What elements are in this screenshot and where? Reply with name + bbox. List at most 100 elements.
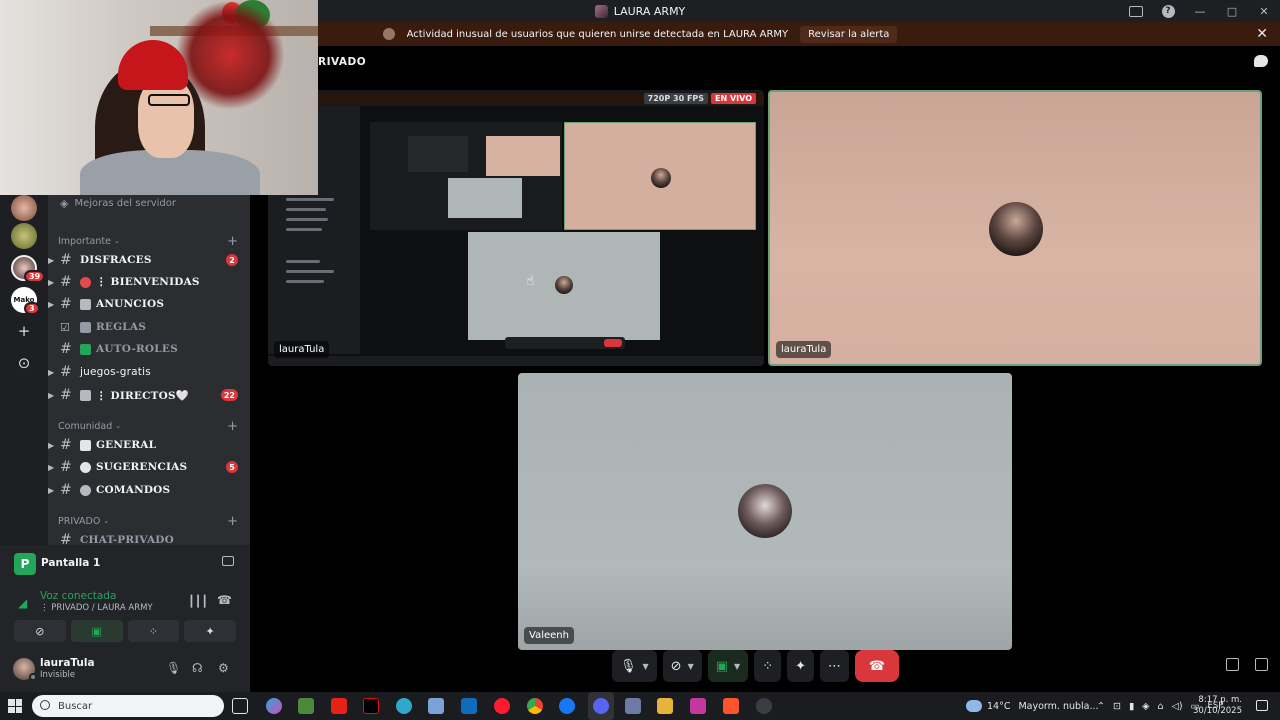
tray-icon[interactable]: ⊡	[1113, 701, 1121, 712]
shield-icon	[382, 28, 395, 40]
youtube-icon[interactable]	[331, 698, 347, 714]
microphone-button[interactable]: 🎙 ▼	[612, 650, 657, 682]
hang-up-button[interactable]: ☎	[855, 650, 899, 682]
windows-start-icon[interactable]	[8, 699, 22, 713]
inbox-button[interactable]	[1120, 0, 1152, 22]
server-badge: 39	[24, 270, 46, 283]
channel-list: ◈ Mejoras del servidor Importante ⌄ + ▶ …	[48, 195, 250, 545]
outlook-icon[interactable]	[461, 698, 477, 714]
chevron-right-icon: ▶	[48, 299, 55, 309]
chat-icon[interactable]	[1254, 55, 1268, 67]
voice-channel[interactable]: ⋮ PRIVADO / LAURA ARMY	[40, 603, 153, 613]
file-explorer-icon[interactable]	[657, 698, 673, 714]
hash-icon: #	[60, 532, 72, 545]
channel-item-bienvenidas[interactable]: ▶ # ⋮ BIENVENIDAS	[48, 271, 250, 293]
category-comunidad[interactable]: Comunidad ⌄ +	[58, 418, 250, 434]
tray-icon[interactable]: ▮	[1129, 701, 1134, 712]
chevron-right-icon: ▶	[48, 277, 55, 287]
netflix-icon[interactable]	[363, 698, 379, 714]
channel-item-anuncios[interactable]: ▶ # ANUNCIOS	[48, 293, 250, 315]
gear-icon[interactable]: ⚙	[218, 661, 229, 675]
clock[interactable]: 8:17 p. m. 30/10/2025	[1193, 695, 1242, 717]
disconnect-icon[interactable]: ☎	[217, 593, 232, 607]
minimize-button[interactable]: —	[1184, 0, 1216, 22]
activities-button[interactable]: ⁘	[127, 620, 180, 642]
facebook-icon[interactable]	[559, 698, 575, 714]
server-boost-item[interactable]: ◈ Mejoras del servidor	[48, 195, 250, 214]
app-icon[interactable]	[690, 698, 706, 714]
volume-icon[interactable]: ◁)	[1172, 701, 1183, 712]
noise-suppression-icon[interactable]: ┃┃┃	[188, 595, 208, 608]
add-channel-icon[interactable]: +	[227, 514, 238, 529]
channel-name: juegos-gratis	[80, 366, 151, 378]
channel-item-sugerencias[interactable]: ▶ # SUGERENCIAS 5	[48, 456, 250, 478]
speech-icon	[80, 461, 91, 473]
category-importante[interactable]: Importante ⌄ +	[58, 233, 250, 249]
search-placeholder: Buscar	[58, 700, 93, 712]
discord-icon[interactable]	[593, 698, 609, 714]
channel-item-juegos-gratis[interactable]: ▶ # juegos-gratis	[48, 361, 250, 383]
stream-tile[interactable]: ☝ 720P 30 FPS EN VIVO lauraTula	[268, 90, 764, 366]
alert-close-button[interactable]: ✕	[1256, 26, 1268, 42]
app-icon[interactable]	[625, 698, 641, 714]
chevron-right-icon: ▶	[48, 440, 55, 450]
help-button[interactable]: ?	[1152, 0, 1184, 22]
camera-button[interactable]: ⊘ ▼	[662, 650, 702, 682]
stop-stream-button[interactable]	[222, 556, 234, 566]
notifications-icon[interactable]	[1256, 700, 1268, 711]
taskbar-search[interactable]: Buscar	[32, 695, 224, 717]
channel-item-general[interactable]: ▶ # GENERAL	[48, 434, 250, 456]
channel-name: COMANDOS	[96, 484, 171, 496]
close-button[interactable]: ✕	[1248, 0, 1280, 22]
add-server-icon[interactable]: +	[13, 320, 35, 342]
channel-item-auto-roles[interactable]: # AUTO-ROLES	[48, 338, 250, 360]
hash-icon: #	[60, 274, 72, 290]
headphones-icon[interactable]: ☊	[192, 661, 203, 675]
channel-item-directos[interactable]: ▶ # ⋮ DIRECTOS🤍 22	[48, 384, 250, 406]
voice-status[interactable]: Voz conectada	[40, 590, 116, 602]
discover-icon[interactable]: ⊙	[13, 352, 35, 374]
microphone-icon[interactable]: 🎙	[166, 661, 181, 675]
channel-item-disfraces[interactable]: ▶ # DISFRACES 2	[48, 249, 250, 271]
popout-icon[interactable]	[1226, 658, 1239, 671]
add-channel-icon[interactable]: +	[227, 419, 238, 434]
voice-action-buttons: ⊘ ▣ ⁘ ✦	[14, 620, 236, 642]
network-icon[interactable]: ⌂	[1157, 701, 1163, 712]
edge-icon[interactable]	[396, 698, 412, 714]
chevron-right-icon: ▶	[48, 255, 55, 265]
more-options-button[interactable]: ⋯	[820, 650, 849, 682]
opera-icon[interactable]	[494, 698, 510, 714]
store-icon[interactable]	[298, 698, 314, 714]
user-tile[interactable]: Valeenh	[518, 373, 1012, 650]
fullscreen-icon[interactable]	[1255, 658, 1268, 671]
channel-item-chat-privado[interactable]: # CHAT-PRIVADO	[48, 529, 250, 545]
server-icon[interactable]	[11, 195, 37, 221]
review-alert-button[interactable]: Revisar la alerta	[800, 25, 898, 43]
app-icon[interactable]	[428, 698, 444, 714]
user-tile[interactable]: lauraTula	[768, 90, 1262, 366]
category-privado[interactable]: PRIVADO ⌄ +	[58, 513, 250, 529]
screen-share-button[interactable]: ▣	[70, 620, 123, 642]
user-name[interactable]: lauraTula	[40, 657, 95, 669]
copilot-icon[interactable]	[266, 698, 282, 714]
rules-icon: ☑	[60, 320, 70, 334]
tray-icon[interactable]: ◈	[1142, 701, 1149, 712]
channel-name: ⋮ BIENVENIDAS	[96, 276, 200, 288]
channel-item-comandos[interactable]: ▶ # COMANDOS	[48, 479, 250, 501]
task-view-icon[interactable]	[232, 698, 248, 714]
screen-share-button[interactable]: ▣ ▼	[707, 650, 749, 682]
camera-off-button[interactable]: ⊘	[14, 620, 66, 642]
activities-button[interactable]: ⁘	[754, 650, 782, 682]
add-channel-icon[interactable]: +	[227, 234, 238, 249]
server-icon[interactable]	[11, 223, 37, 249]
brave-icon[interactable]	[723, 698, 739, 714]
channel-item-reglas[interactable]: ☑ REGLAS	[48, 316, 250, 338]
maximize-button[interactable]: □	[1216, 0, 1248, 22]
weather-widget[interactable]: 14°C Mayorm. nubla...	[966, 692, 1099, 720]
soundboard-button[interactable]: ✦	[787, 650, 814, 682]
chrome-icon[interactable]	[527, 698, 543, 714]
soundboard-button[interactable]: ✦	[184, 620, 236, 642]
app-icon[interactable]	[756, 698, 772, 714]
cloud-icon	[966, 700, 982, 712]
chevron-up-icon[interactable]: ⌃	[1097, 701, 1105, 712]
